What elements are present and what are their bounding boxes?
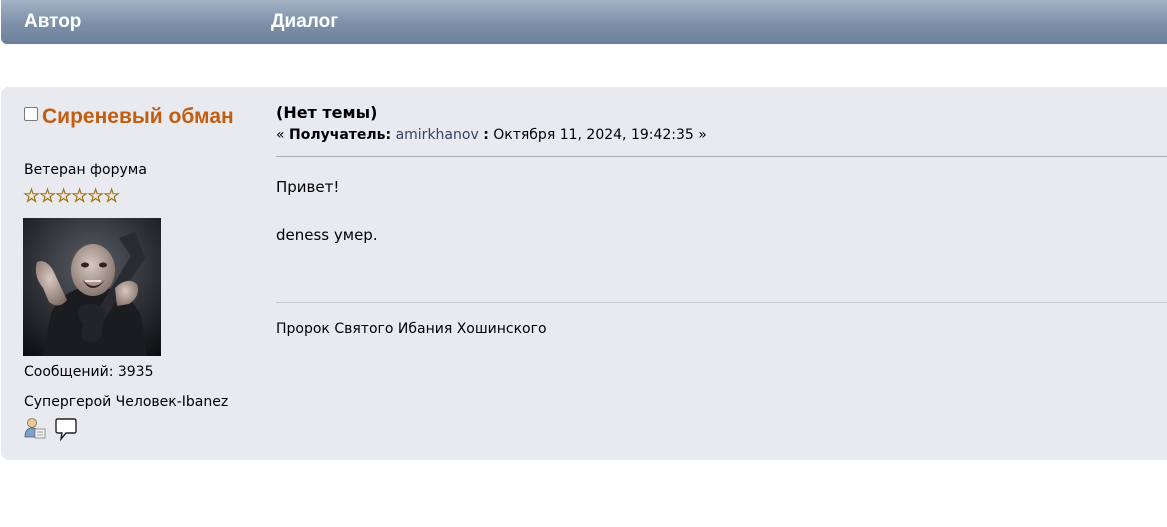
message-line: deness умер. [276,226,378,244]
message-body: Привет! deness умер. [276,178,378,274]
column-header-bar: Автор Диалог [1,0,1167,44]
personal-text: Супергерой Человек-Ibanez [24,394,229,410]
divider [276,156,1167,157]
message-line: Привет! [276,178,340,196]
message-column: (Нет темы) « Получатель: amirkhanov : Ок… [276,87,1167,460]
recipient-link[interactable]: amirkhanov [396,127,479,143]
author-column-header: Автор [24,11,82,32]
message-date: Октября 11, 2024, 19:42:35 [493,127,694,143]
personal-message: Сиреневый обман Ветеран форума ☆☆☆☆☆☆ Со… [1,87,1167,460]
message-subject: (Нет темы) [276,103,378,122]
poster-icons [24,417,81,445]
poster-rank: Ветеран форума [24,162,147,178]
avatar [23,218,161,356]
signature: Пророк Святого Ибания Хошинского [276,321,547,337]
post-count: Сообщений: 3935 [24,364,154,380]
profile-icon[interactable] [24,417,46,443]
signature-divider [276,302,1167,303]
message-meta: « Получатель: amirkhanov : Октября 11, 2… [276,127,707,143]
send-pm-icon[interactable] [55,417,77,445]
recipient-label: Получатель: [289,127,392,143]
rank-stars-icon: ☆☆☆☆☆☆ [23,185,121,207]
dialog-column-header: Диалог [271,11,339,32]
poster-name-row: Сиреневый обман [24,105,244,129]
poster-username-link[interactable]: Сиреневый обман [42,105,234,128]
online-status-icon [24,107,38,121]
poster-info: Сиреневый обман Ветеран форума ☆☆☆☆☆☆ Со… [1,87,261,460]
